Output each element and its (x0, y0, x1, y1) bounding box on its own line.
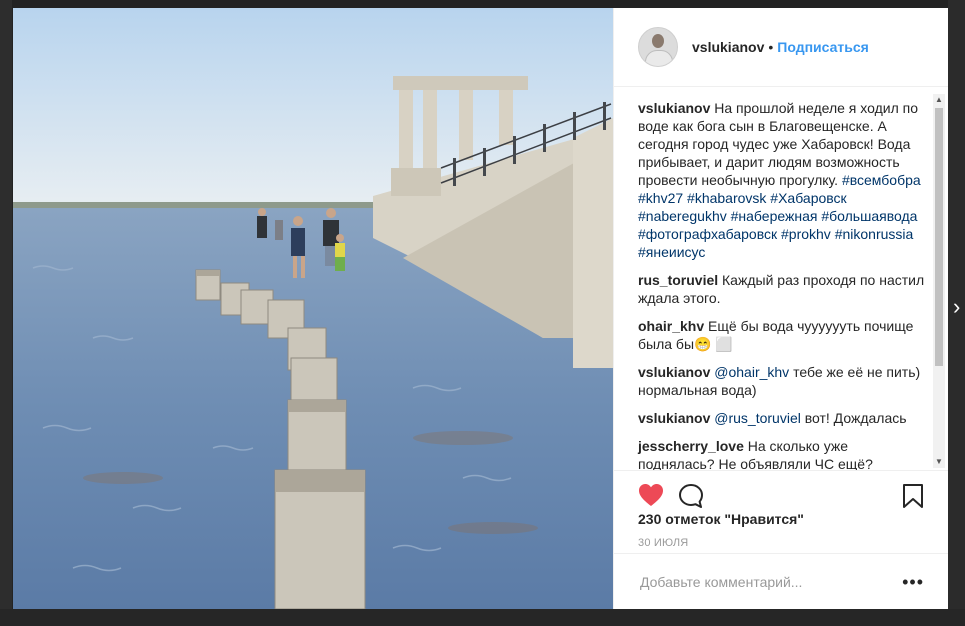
comment-mention[interactable]: @rus_toruviel (714, 410, 801, 426)
caption-username[interactable]: vslukianov (638, 100, 710, 116)
post-date: 30 ИЮЛЯ (638, 537, 689, 549)
post-modal: vslukianov • Подписаться vslukianov На п… (13, 8, 948, 609)
bookmark-icon[interactable] (902, 483, 924, 509)
caption: vslukianov На прошлой неделе я ходил по … (638, 99, 928, 261)
author-username[interactable]: vslukianov (692, 39, 764, 55)
comment-username[interactable]: vslukianov (638, 410, 710, 426)
comment-username[interactable]: vslukianov (638, 364, 710, 380)
header-separator: • (768, 39, 774, 55)
comment-item: vslukianov @rus_toruviel вот! Дождалась (638, 409, 928, 427)
comment-mention[interactable]: @ohair_khv (714, 364, 789, 380)
add-comment-bar: ••• (614, 553, 948, 609)
post-header: vslukianov • Подписаться (614, 8, 948, 87)
background-thumbnail (0, 0, 12, 626)
scroll-down-icon[interactable]: ▼ (933, 456, 945, 468)
comment-username[interactable]: rus_toruviel (638, 272, 718, 288)
comment-username[interactable]: jesscherry_love (638, 438, 744, 454)
scrollbar-thumb[interactable] (935, 108, 943, 366)
next-post-arrow[interactable]: › (953, 292, 965, 322)
comment-text: вот! Дождалась (804, 410, 907, 426)
follow-button[interactable]: Подписаться (777, 39, 869, 55)
comment-input[interactable] (638, 572, 903, 591)
comments-scrollbar[interactable]: ▲ ▼ (933, 94, 945, 468)
comment-item: jesscherry_love На сколько уже поднялась… (638, 437, 928, 470)
comment-username[interactable]: ohair_khv (638, 318, 704, 334)
heart-icon[interactable] (638, 483, 664, 507)
comment-item: ohair_khv Ещё бы вода чууууууть почище б… (638, 317, 928, 353)
comment-item: rus_toruviel Каждый раз проходя по насти… (638, 271, 928, 307)
action-icons (638, 471, 924, 511)
likes-count[interactable]: 230 отметок "Нравится" (638, 511, 924, 527)
comment-item: vslukianov @ohair_khv тебе же её не пить… (638, 363, 928, 399)
post-side-panel: vslukianov • Подписаться vslukianov На п… (613, 8, 948, 609)
avatar-head (652, 34, 664, 48)
avatar[interactable] (638, 27, 678, 67)
scroll-up-icon[interactable]: ▲ (933, 94, 945, 106)
post-photo[interactable] (13, 8, 613, 609)
flooded-embankment-image (13, 8, 613, 609)
avatar-body (645, 50, 673, 66)
background-thumbnail (0, 609, 965, 626)
post-actions: 230 отметок "Нравится" 30 ИЮЛЯ (614, 470, 948, 549)
comment-list[interactable]: vslukianov На прошлой неделе я ходил по … (614, 87, 948, 470)
comment-icon[interactable] (678, 483, 704, 509)
more-options-icon[interactable]: ••• (902, 573, 924, 591)
